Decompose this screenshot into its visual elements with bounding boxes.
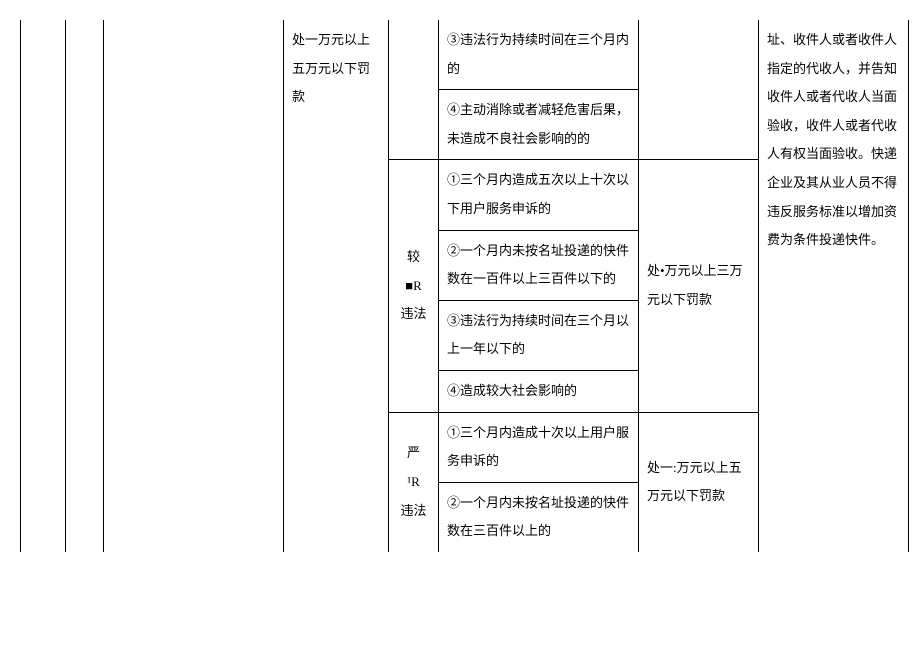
cell-right-text: 址、收件人或者收件人指定的代收人，并告知收件人或者代收人当面验收，收件人或者代收… [759,20,909,552]
cell-empty-b [66,20,104,552]
cell-group3-label: 严 ¹R 违法 [389,412,439,552]
cell-group1-label [389,20,439,160]
cell-g2-item2: ②一个月内未按名址投递的快件数在一百件以上三百件以下的 [439,230,639,300]
cell-penalty-main: 处一万元以上五万元以下罚款 [284,20,389,552]
cell-g1-item4: ④主动消除或者减轻危害后果，未造成不良社会影响的的 [439,90,639,160]
cell-g1-item3: ③违法行为持续时间在三个月内的 [439,20,639,90]
cell-g1-penalty [639,20,759,160]
cell-group2-label: 较 ■R 违法 [389,160,439,412]
document-table: 处一万元以上五万元以下罚款 ③违法行为持续时间在三个月内的 址、收件人或者收件人… [20,20,900,552]
cell-g3-item1: ①三个月内造成十次以上用户服务申诉的 [439,412,639,482]
cell-g2-penalty: 处•万元以上三万元以下罚款 [639,160,759,412]
cell-g3-penalty: 处一:万元以上五万元以下罚款 [639,412,759,552]
cell-g2-item4: ④造成较大社会影响的 [439,370,639,412]
cell-empty-a [21,20,66,552]
cell-g3-item2: ②一个月内未按名址投递的快件数在三百件以上的 [439,482,639,552]
cell-g2-item1: ①三个月内造成五次以上十次以下用户服务申诉的 [439,160,639,230]
cell-g2-item3: ③违法行为持续时间在三个月以上一年以下的 [439,300,639,370]
cell-empty-c [104,20,284,552]
